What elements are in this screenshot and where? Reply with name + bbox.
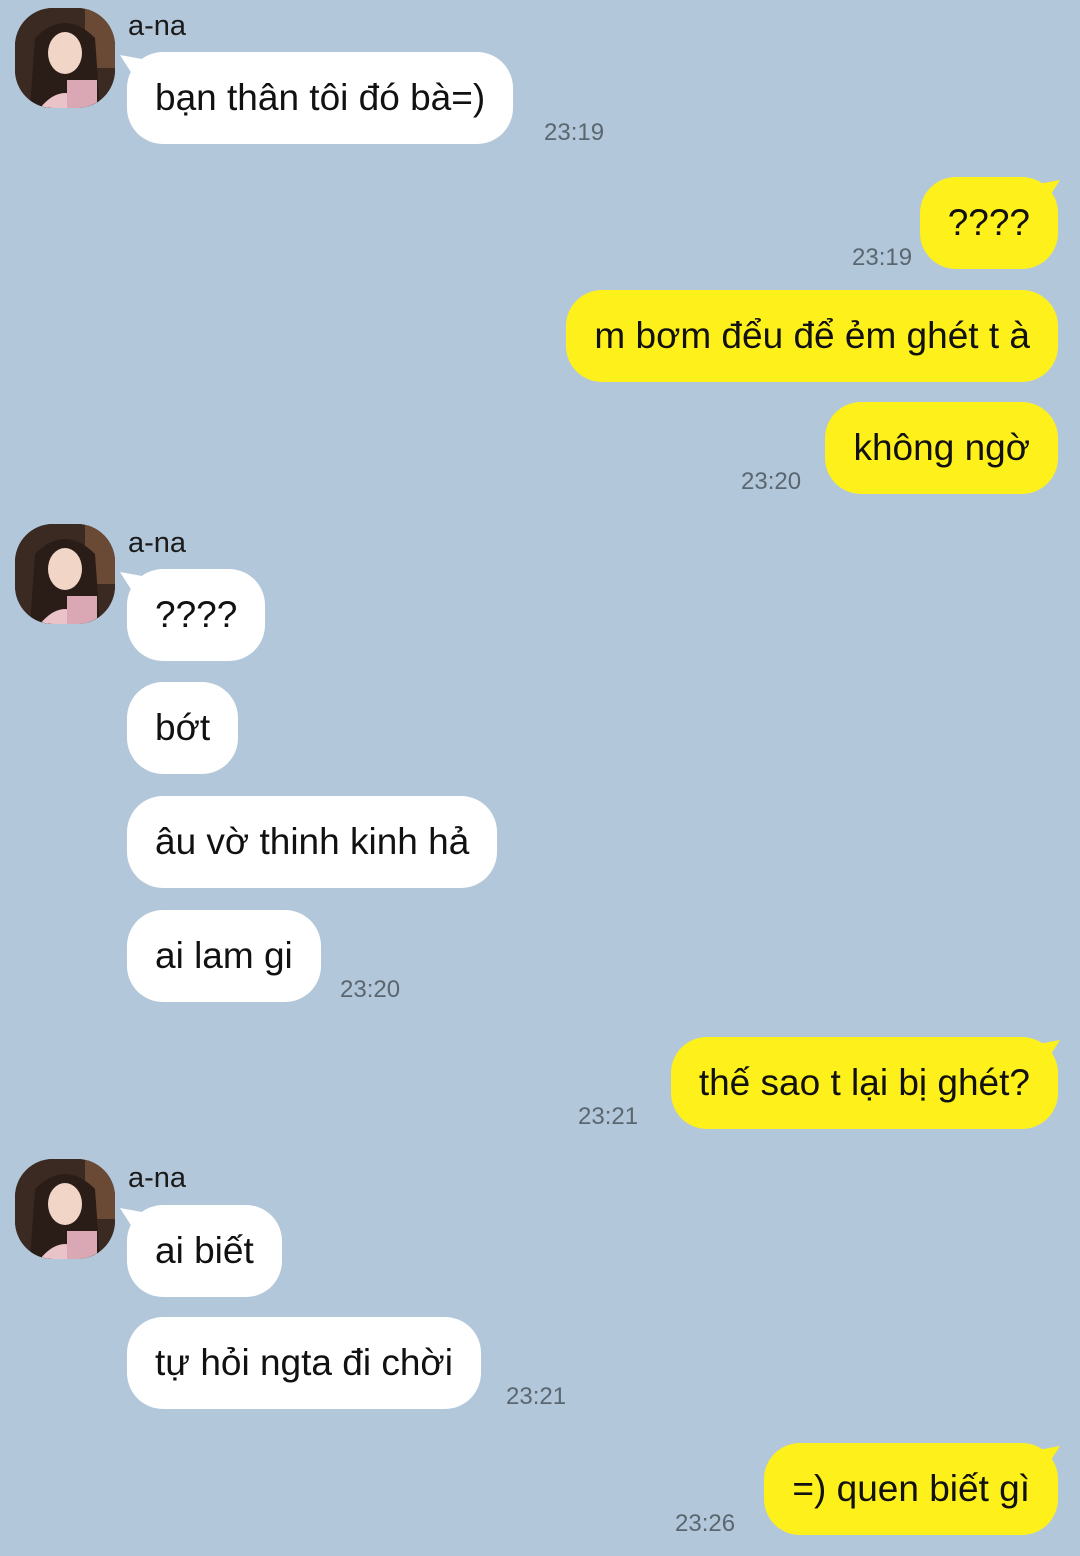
message-bubble[interactable]: ai biết [127,1205,282,1297]
message-time: 23:19 [544,119,605,146]
message-bubble[interactable]: không ngờ [825,402,1058,494]
message-time: 23:20 [340,976,401,1003]
avatar-photo-icon [15,8,115,108]
message-time: 23:21 [506,1383,567,1410]
message-bubble[interactable]: thế sao t lại bị ghét? [670,1037,1058,1129]
message-bubble[interactable]: ???? [127,569,266,661]
avatar-photo-icon [15,524,115,624]
message-bubble[interactable]: =) quen biết gì [764,1443,1058,1535]
message-time: 23:21 [578,1103,639,1130]
message-bubble[interactable]: ai lam gi [127,910,321,1002]
message-bubble[interactable]: âu vờ thinh kinh hả [127,796,498,888]
avatar[interactable] [15,8,115,108]
sender-name: a-na [128,10,187,42]
message-bubble[interactable]: ???? [919,177,1058,269]
message-bubble[interactable]: m bơm đểu để ẻm ghét t à [566,290,1058,382]
message-bubble[interactable]: bạn thân tôi đó bà=) [127,52,514,144]
sender-name: a-na [128,1162,187,1194]
message-time: 23:26 [675,1510,736,1537]
avatar[interactable] [15,1159,115,1259]
message-bubble[interactable]: bớt [127,682,239,774]
message-bubble[interactable]: tự hỏi ngta đi chời [127,1317,481,1409]
message-time: 23:20 [741,468,802,495]
message-time: 23:19 [852,244,913,271]
sender-name: a-na [128,527,187,559]
avatar-photo-icon [15,1159,115,1259]
avatar[interactable] [15,524,115,624]
